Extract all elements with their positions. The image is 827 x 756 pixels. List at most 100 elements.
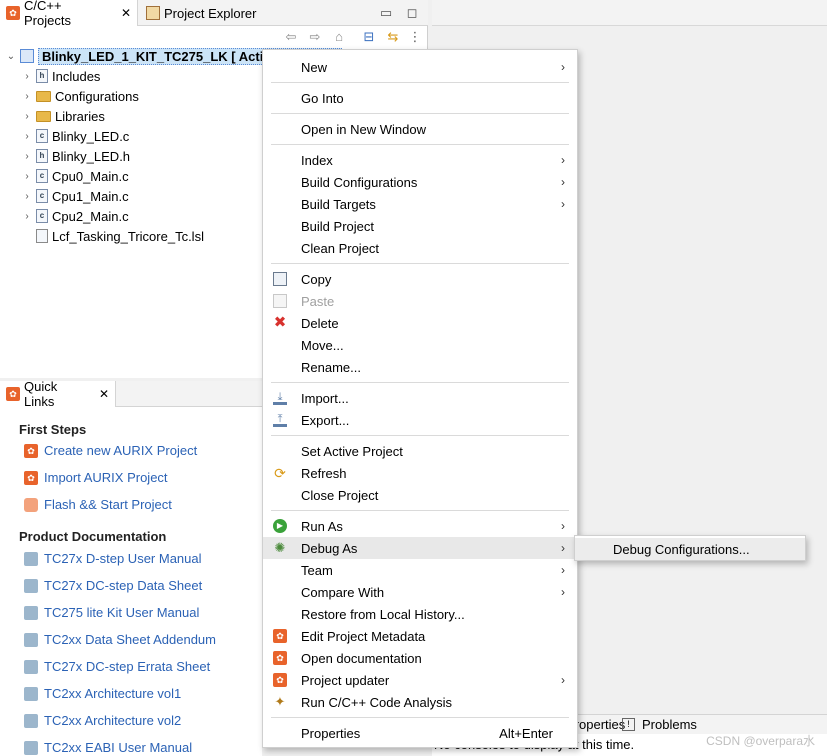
back-icon[interactable]: ⇦ [282, 28, 300, 46]
menu-item-refresh[interactable]: ⟳ Refresh [263, 462, 577, 484]
menu-item-set-active-project[interactable]: Set Active Project [263, 440, 577, 462]
chevron-right-icon[interactable]: › [22, 131, 32, 142]
menu-item-close-project[interactable]: Close Project [263, 484, 577, 506]
tab-problems[interactable]: Problems [642, 717, 697, 732]
document-icon [24, 578, 38, 593]
menu-item-debug-configurations[interactable]: Debug Configurations... [575, 538, 805, 560]
tree-item-libraries[interactable]: › Libraries [22, 106, 105, 126]
menu-item-label: Compare With [301, 584, 385, 600]
chevron-right-icon[interactable]: › [22, 151, 32, 162]
menu-item-compare-with[interactable]: Compare With › [263, 581, 577, 603]
tab-cpp-projects[interactable]: ✿ C/C++ Projects ✕ [0, 0, 138, 28]
chevron-down-icon[interactable]: ⌄ [6, 51, 16, 62]
paste-icon [273, 294, 287, 308]
tree-item-includes[interactable]: › h Includes [22, 66, 100, 86]
editor-tabbar [432, 0, 827, 26]
menu-item-build-configurations[interactable]: Build Configurations › [263, 171, 577, 193]
chevron-right-icon[interactable]: › [22, 111, 32, 122]
menu-item-export[interactable]: ⤒ Export... [263, 409, 577, 431]
chevron-right-icon[interactable]: › [22, 91, 32, 102]
menu-item-run-as[interactable]: ▶ Run As › [263, 515, 577, 537]
menu-item-copy[interactable]: Copy [263, 268, 577, 290]
menu-item-rename[interactable]: Rename... [263, 356, 577, 378]
chevron-right-icon[interactable]: › [22, 211, 32, 222]
tab-quick-links[interactable]: ✿ Quick Links ✕ [0, 379, 116, 409]
doc-link[interactable]: TC2xx EABI User Manual [24, 740, 192, 755]
menu-item-go-into[interactable]: Go Into [263, 87, 577, 109]
menu-item-delete[interactable]: ✖ Delete [263, 312, 577, 334]
menu-item-build-project[interactable]: Build Project [263, 215, 577, 237]
menu-item-team[interactable]: Team › [263, 559, 577, 581]
tab-label: Project Explorer [164, 5, 257, 21]
menu-item-label: Debug As [301, 540, 358, 556]
doc-link[interactable]: TC27x DC-step Data Sheet [24, 578, 202, 593]
code-analysis-icon: ✦ [274, 694, 286, 709]
collapse-all-icon[interactable]: ⊟ [360, 28, 378, 46]
context-menu: New › Go Into Open in New Window Index › B… [262, 49, 578, 748]
menu-item-build-targets[interactable]: Build Targets › [263, 193, 577, 215]
tree-item-blinky-led-c[interactable]: › c Blinky_LED.c [22, 126, 129, 146]
create-project-link[interactable]: ✿ Create new AURIX Project [24, 443, 197, 458]
home-icon[interactable]: ⌂ [330, 28, 348, 46]
doc-link[interactable]: TC275 lite Kit User Manual [24, 605, 199, 620]
chevron-right-icon[interactable]: › [22, 71, 32, 82]
tree-item-lcf-lsl[interactable]: Lcf_Tasking_Tricore_Tc.lsl [36, 226, 204, 246]
tab-project-explorer[interactable]: Project Explorer [140, 0, 280, 26]
link-with-editor-icon[interactable]: ⇆ [384, 28, 402, 46]
tree-item-cpu1-main[interactable]: › c Cpu1_Main.c [22, 186, 128, 206]
menu-item-label: Rename... [301, 359, 361, 375]
flash-start-link[interactable]: Flash && Start Project [24, 497, 172, 512]
menu-item-move[interactable]: Move... [263, 334, 577, 356]
menu-item-paste[interactable]: Paste [263, 290, 577, 312]
menu-item-restore-history[interactable]: Restore from Local History... [263, 603, 577, 625]
tree-item-cpu0-main[interactable]: › c Cpu0_Main.c [22, 166, 128, 186]
import-project-link[interactable]: ✿ Import AURIX Project [24, 470, 168, 485]
doc-link[interactable]: TC27x D-step User Manual [24, 551, 202, 566]
tree-item-cpu2-main[interactable]: › c Cpu2_Main.c [22, 206, 129, 226]
aurix-icon: ✿ [273, 629, 287, 643]
aurix-icon: ✿ [273, 651, 287, 665]
menu-item-label: Refresh [301, 465, 347, 481]
tree-item-label: Cpu2_Main.c [52, 208, 129, 224]
document-icon [24, 605, 38, 620]
quick-links-view: ✿ Quick Links ✕ First Steps ✿ Create new… [0, 379, 262, 756]
menu-item-label: Edit Project Metadata [301, 628, 426, 644]
menu-item-clean-project[interactable]: Clean Project [263, 237, 577, 259]
link-label: Import AURIX Project [44, 470, 168, 485]
tree-item-configurations[interactable]: › Configurations [22, 86, 139, 106]
menu-separator [271, 510, 569, 511]
c-file-icon: c [36, 189, 48, 203]
menu-item-edit-metadata[interactable]: ✿ Edit Project Metadata [263, 625, 577, 647]
menu-item-label: Team [301, 562, 333, 578]
debug-submenu: Debug Configurations... [574, 535, 806, 561]
menu-item-project-updater[interactable]: ✿ Project updater › [263, 669, 577, 691]
delete-icon: ✖ [273, 314, 287, 331]
chevron-right-icon[interactable]: › [22, 171, 32, 182]
export-icon: ⤒ [273, 413, 287, 427]
view-menu-icon[interactable]: ⋮ [406, 28, 424, 46]
menu-item-import[interactable]: ⤓ Import... [263, 387, 577, 409]
h-file-icon: h [36, 149, 48, 163]
minimize-icon[interactable]: ▭ [377, 4, 395, 22]
forward-icon[interactable]: ⇨ [306, 28, 324, 46]
menu-item-label: Project updater [301, 672, 390, 688]
doc-link[interactable]: TC2xx Data Sheet Addendum [24, 632, 216, 647]
close-icon[interactable]: ✕ [99, 387, 109, 401]
menu-item-properties[interactable]: Properties Alt+Enter [263, 722, 577, 744]
menu-item-debug-as[interactable]: ✺ Debug As › [263, 537, 577, 559]
chevron-right-icon[interactable]: › [22, 191, 32, 202]
close-icon[interactable]: ✕ [121, 6, 131, 20]
menu-item-label: Clean Project [301, 240, 380, 256]
tree-item-blinky-led-h[interactable]: › h Blinky_LED.h [22, 146, 130, 166]
menu-item-new[interactable]: New › [263, 56, 577, 78]
maximize-icon[interactable]: ◻ [403, 4, 421, 22]
menu-item-label: Build Project [301, 218, 374, 234]
doc-link[interactable]: TC2xx Architecture vol2 [24, 713, 181, 728]
menu-item-code-analysis[interactable]: ✦ Run C/C++ Code Analysis [263, 691, 577, 713]
doc-link[interactable]: TC2xx Architecture vol1 [24, 686, 181, 701]
menu-item-open-new-window[interactable]: Open in New Window [263, 118, 577, 140]
menu-item-index[interactable]: Index › [263, 149, 577, 171]
doc-link[interactable]: TC27x DC-step Errata Sheet [24, 659, 210, 674]
aurix-icon: ✿ [6, 387, 20, 401]
menu-item-open-documentation[interactable]: ✿ Open documentation [263, 647, 577, 669]
